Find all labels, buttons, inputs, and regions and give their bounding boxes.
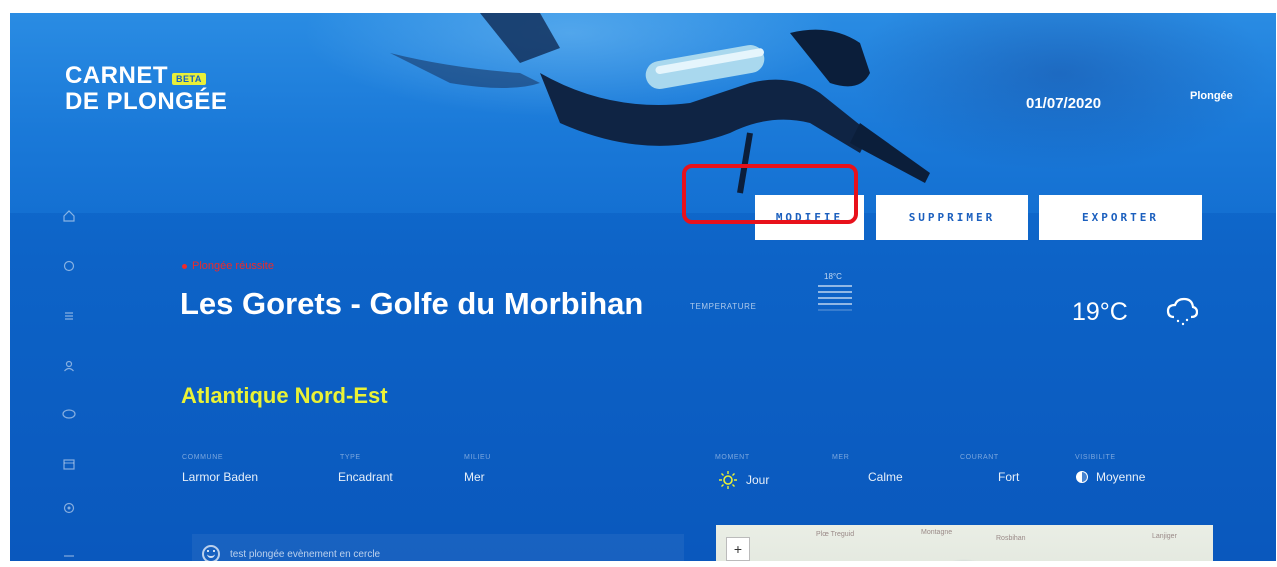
map-place-label: Plœ Treguid — [816, 531, 855, 538]
mer-label: MER — [832, 454, 850, 461]
temperature-scale-top: 18°C — [824, 272, 842, 281]
courant-value: Fort — [998, 470, 1020, 484]
visibilite-value: Moyenne — [1076, 470, 1145, 484]
milieu-value: Mer — [464, 470, 485, 484]
dive-note: test plongée evènement en cercle — [192, 534, 684, 561]
spot-icon[interactable] — [62, 407, 76, 421]
smiley-icon — [202, 545, 220, 561]
map-place-label: Rosbihan — [996, 535, 1026, 542]
cloud-rain-icon — [1166, 297, 1198, 326]
moment-value-text: Jour — [746, 473, 770, 487]
mer-value: Calme — [868, 470, 903, 484]
status-dot — [182, 263, 187, 269]
header-date: 01/07/2020 — [1026, 95, 1102, 112]
visibilite-value-text: Moyenne — [1096, 470, 1146, 484]
user-menu-link[interactable]: Plongée — [1190, 90, 1233, 102]
dive-title: Les Gorets - Golfe du Morbihan — [180, 286, 644, 321]
type-label: TYPE — [340, 454, 361, 461]
user-icon[interactable] — [62, 359, 76, 373]
commune-value: Larmor Baden — [182, 470, 259, 484]
map-place-label: Montagne — [921, 529, 953, 536]
map-zoom-in-button[interactable]: + — [726, 537, 750, 561]
moment-value: Jour — [718, 470, 769, 490]
milieu-label: MILIEU — [464, 454, 491, 461]
temperature-label: TEMPERATURE — [690, 302, 757, 311]
app-frame: CARNET BETA DE PLONGÉE 01/07/2020 Plongé… — [10, 13, 1276, 561]
menu-icon[interactable] — [62, 549, 76, 561]
visibilite-label: VISIBILITE — [1075, 454, 1116, 461]
status-badge-text: Plongée réussite — [192, 260, 274, 272]
logo-text-carnet: CARNET — [65, 62, 168, 89]
diver-photo — [390, 13, 930, 194]
beta-badge: BETA — [172, 73, 206, 85]
home-icon[interactable] — [62, 209, 76, 223]
list-icon[interactable] — [62, 309, 76, 323]
dive-note-text: test plongée evènement en cercle — [230, 548, 381, 560]
dive-map[interactable]: Plœ Treguid Montagne Rosbihan Lanjiger + — [716, 525, 1213, 561]
temperature-value: 19°C — [1072, 298, 1128, 326]
settings-icon[interactable] — [62, 501, 76, 515]
map-tiles — [716, 525, 1213, 561]
commune-label: COMMUNE — [182, 454, 224, 461]
logo[interactable]: CARNET BETA DE PLONGÉE — [65, 63, 227, 115]
type-value: Encadrant — [338, 470, 393, 484]
map-place-label: Lanjiger — [1152, 533, 1177, 540]
export-button[interactable]: EXPORTER — [1039, 195, 1202, 240]
modify-highlight-box — [682, 164, 858, 224]
sun-icon — [719, 471, 737, 489]
logo-text-plongee: DE PLONGÉE — [65, 88, 228, 115]
status-badge: Plongée réussite — [182, 260, 274, 272]
moment-label: MOMENT — [715, 454, 750, 461]
calendar-icon[interactable] — [62, 457, 76, 471]
dive-icon[interactable] — [62, 259, 76, 273]
half-moon-icon — [1076, 471, 1088, 483]
delete-button[interactable]: SUPPRIMER — [876, 195, 1028, 240]
temperature-scale: 18°C — [818, 272, 858, 311]
courant-label: COURANT — [960, 454, 999, 461]
dive-region: Atlantique Nord-Est — [181, 383, 388, 408]
